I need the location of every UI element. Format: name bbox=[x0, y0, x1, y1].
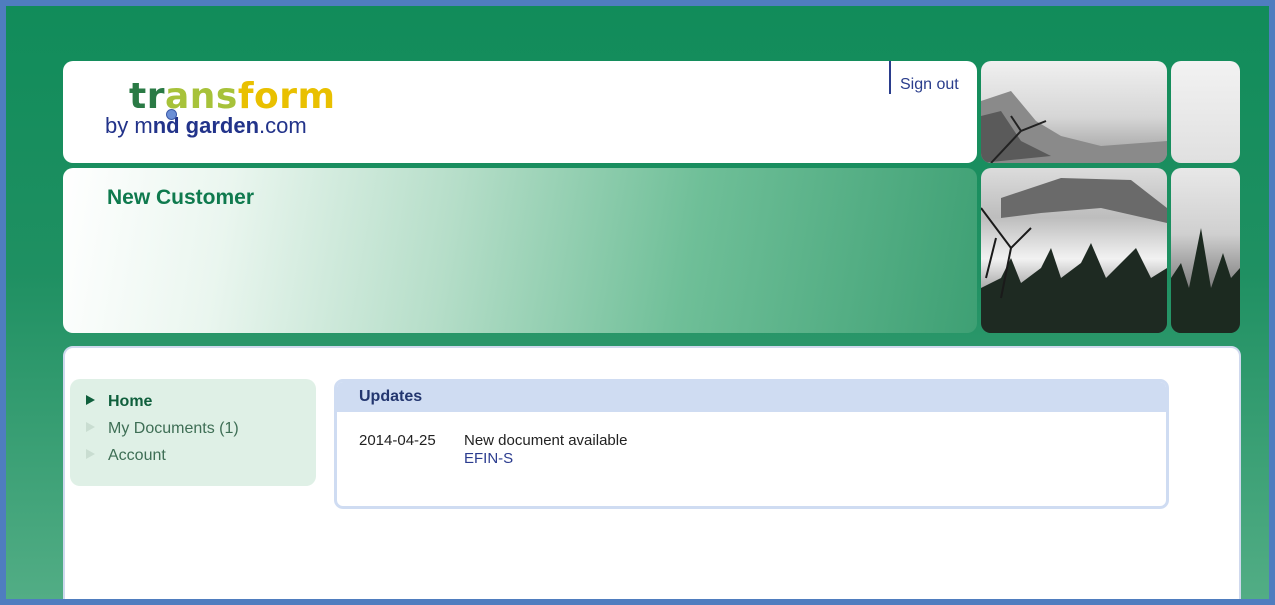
nav-item-home[interactable]: Home bbox=[86, 393, 152, 415]
logo-com: .com bbox=[259, 113, 307, 138]
logo-by-text: by m bbox=[105, 113, 153, 138]
side-navigation: Home My Documents (1) Account bbox=[70, 379, 316, 486]
nav-item-account[interactable]: Account bbox=[86, 447, 166, 469]
nav-item-label: My Documents (1) bbox=[108, 420, 239, 437]
page-title: New Customer bbox=[107, 186, 255, 209]
triangle-right-icon bbox=[86, 395, 95, 405]
mountain-mist-image bbox=[981, 91, 1167, 163]
sign-out-divider bbox=[889, 61, 891, 94]
header: transform by mnd garden.com Sign out bbox=[63, 61, 977, 163]
logo-tagline: by mnd garden.com bbox=[105, 113, 307, 139]
logo-word-part-3: form bbox=[237, 76, 336, 117]
updates-title: Updates bbox=[337, 382, 1166, 412]
forest-fog-image bbox=[981, 178, 1167, 333]
logo-word-part-1: tr bbox=[129, 76, 165, 117]
nav-item-my-documents[interactable]: My Documents (1) bbox=[86, 420, 239, 442]
content-panel: Home My Documents (1) Account Updates 20… bbox=[63, 346, 1241, 599]
update-text: New document available bbox=[464, 432, 628, 449]
header-photo-mountain bbox=[981, 61, 1167, 163]
nav-item-label: Home bbox=[108, 393, 153, 410]
page-frame: transform by mnd garden.com Sign out New… bbox=[6, 6, 1269, 599]
pine-trees-image bbox=[1171, 228, 1240, 333]
triangle-right-icon bbox=[86, 449, 95, 459]
document-link[interactable]: EFIN-S bbox=[464, 450, 513, 467]
logo-dot-icon bbox=[166, 109, 177, 120]
banner-photo-trees bbox=[1171, 168, 1240, 333]
banner-photo-forest bbox=[981, 168, 1167, 333]
header-photo-sky bbox=[1171, 61, 1240, 163]
updates-panel: Updates 2014-04-25 New document availabl… bbox=[334, 379, 1169, 509]
logo-wordmark: transform bbox=[129, 77, 336, 117]
banner: New Customer bbox=[63, 168, 977, 333]
sign-out-link[interactable]: Sign out bbox=[900, 76, 959, 94]
nav-item-label: Account bbox=[108, 447, 166, 464]
update-date: 2014-04-25 bbox=[359, 432, 436, 449]
triangle-right-icon bbox=[86, 422, 95, 432]
